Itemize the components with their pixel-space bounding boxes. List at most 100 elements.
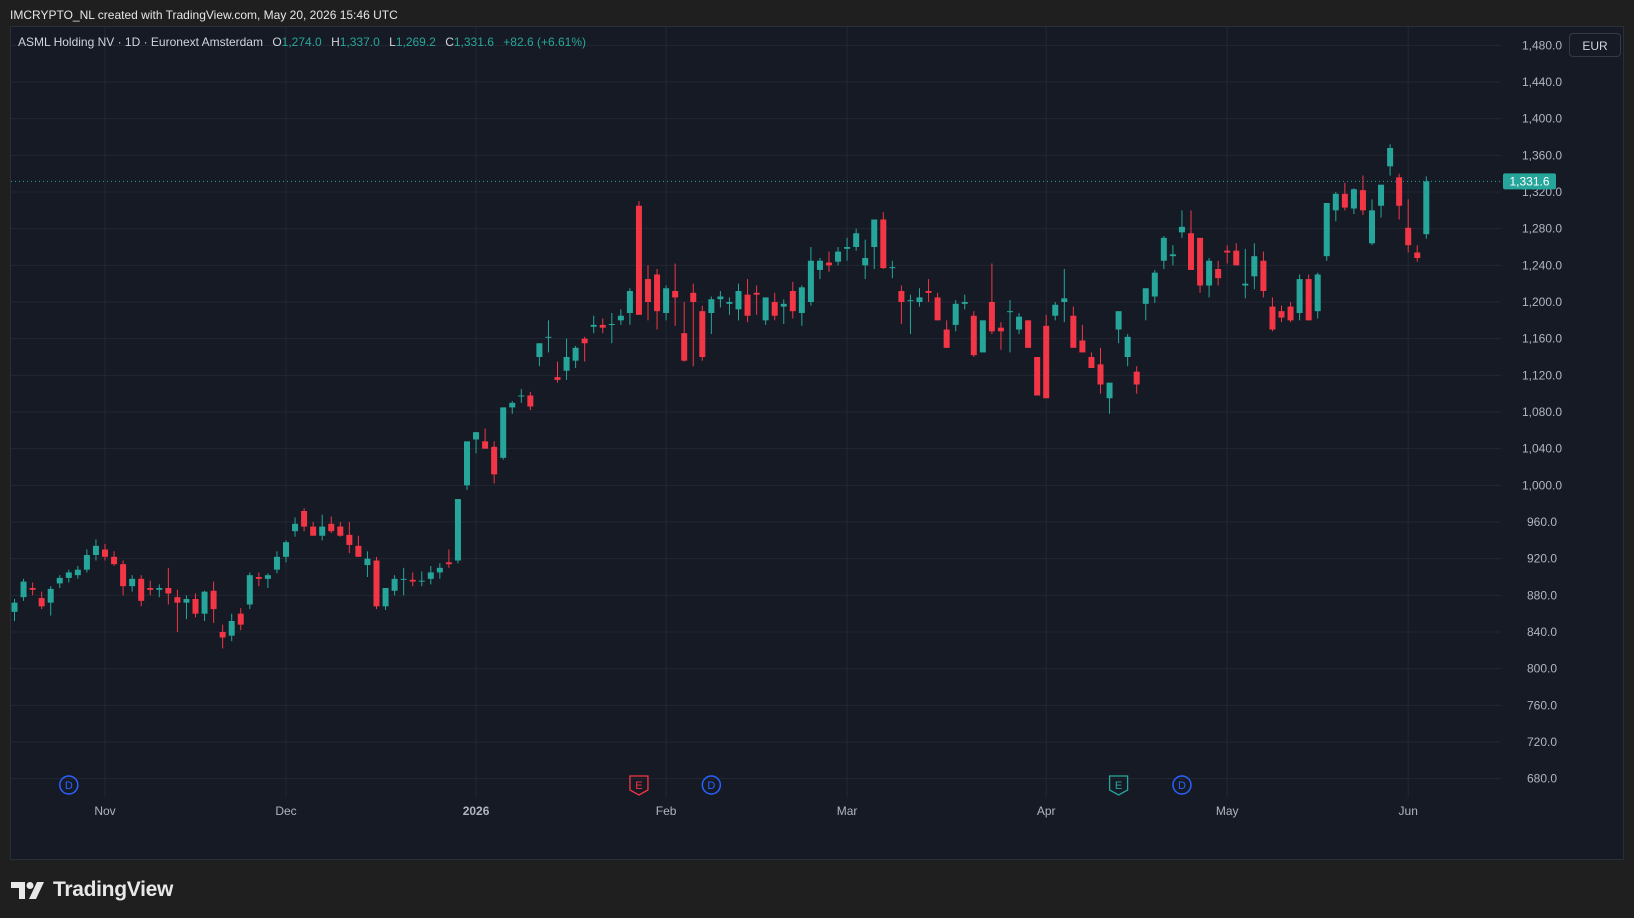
candle xyxy=(663,285,670,321)
candle-body xyxy=(1088,357,1095,368)
candle-body xyxy=(916,297,923,302)
candle-body xyxy=(690,292,697,302)
price-axis: 680.0 720.0 760.0 800.0 840.0 880.0 920.0 960.0… xyxy=(1503,38,1562,786)
candle-body xyxy=(219,632,226,638)
candle-body xyxy=(961,302,968,304)
candle-body xyxy=(898,291,905,302)
candle-body xyxy=(1097,364,1104,385)
candle xyxy=(554,361,561,383)
candle-body xyxy=(418,580,425,582)
candle xyxy=(690,283,697,367)
candle-body xyxy=(880,219,887,269)
candle-body xyxy=(934,297,941,321)
candle-body xyxy=(92,545,99,555)
chart-panel[interactable]: D E D E D 680.0 720.0 760.0 800.0 840.0 880.0 920.… xyxy=(10,26,1624,860)
price-tick-label: 680.0 xyxy=(1527,772,1557,786)
candle xyxy=(147,580,154,596)
candle-body xyxy=(1414,252,1421,258)
tradingview-brand-text: TradingView xyxy=(53,878,174,901)
candle-body xyxy=(1387,148,1394,167)
candle xyxy=(1016,313,1023,335)
candle-body xyxy=(1405,227,1412,246)
candle xyxy=(20,578,27,601)
candle xyxy=(1097,347,1104,394)
candle-body xyxy=(292,523,299,532)
candle xyxy=(988,263,995,335)
candle xyxy=(1350,188,1357,214)
candle xyxy=(165,567,172,605)
time-tick-label: Nov xyxy=(94,804,115,818)
candle xyxy=(862,239,869,280)
candle-body xyxy=(454,499,461,561)
candle-body xyxy=(1115,311,1122,330)
time-tick-label: Jun xyxy=(1399,804,1418,818)
candle xyxy=(617,309,624,325)
candle-body xyxy=(400,578,407,580)
candle xyxy=(672,263,679,326)
candle xyxy=(1369,199,1375,246)
candle-body xyxy=(699,311,706,357)
candle xyxy=(219,624,226,649)
candle-body xyxy=(445,562,452,565)
time-tick-label: Dec xyxy=(275,804,296,818)
candle-body xyxy=(807,260,814,302)
candle xyxy=(681,302,688,362)
candle xyxy=(762,297,769,325)
candle xyxy=(898,285,905,324)
candle xyxy=(635,201,642,315)
candle-body xyxy=(210,590,217,610)
candle-body xyxy=(889,267,896,269)
candle xyxy=(292,517,299,537)
candle xyxy=(65,569,72,583)
candle-body xyxy=(988,302,995,332)
price-tick-label: 1,240.0 xyxy=(1522,258,1562,272)
candle-body xyxy=(1160,237,1167,261)
candle-body xyxy=(246,575,253,605)
candle xyxy=(192,593,199,618)
candle xyxy=(744,279,751,323)
candle xyxy=(708,296,715,335)
candle-body xyxy=(816,260,823,270)
candle-body xyxy=(1206,260,1213,286)
candle-body xyxy=(283,542,289,557)
candle-body xyxy=(925,291,932,293)
symbol-legend: ASML Holding NV · 1D · Euronext Amsterda… xyxy=(18,34,592,50)
candle-body xyxy=(1269,306,1276,330)
candle-body xyxy=(11,602,18,612)
candle-body xyxy=(1007,311,1013,313)
price-tick-label: 760.0 xyxy=(1527,698,1557,712)
candle-body xyxy=(165,588,172,594)
grid-lines xyxy=(11,27,1501,797)
candle xyxy=(1061,269,1068,323)
tradingview-logo-icon xyxy=(11,882,44,899)
candle-body xyxy=(527,395,534,407)
price-tick-label: 880.0 xyxy=(1527,588,1557,602)
candle xyxy=(418,571,425,587)
close-value: 1,331.6 xyxy=(453,35,494,49)
candle-body xyxy=(473,432,480,440)
candle xyxy=(943,320,950,348)
candle-body xyxy=(871,219,878,247)
candle xyxy=(798,285,805,326)
price-tick-label: 1,280.0 xyxy=(1522,222,1562,236)
currency-button[interactable]: EUR xyxy=(1569,33,1621,57)
candle-body xyxy=(1025,320,1032,348)
candle xyxy=(273,551,280,574)
candle xyxy=(473,432,480,454)
candle xyxy=(1034,357,1041,396)
candle-body xyxy=(1178,226,1185,233)
candle-body xyxy=(382,588,389,607)
candle xyxy=(337,522,344,537)
candle xyxy=(925,279,932,302)
candle-body xyxy=(1224,250,1231,253)
candle xyxy=(735,283,742,321)
candle xyxy=(328,516,335,533)
candle-body xyxy=(563,357,570,371)
candle-body xyxy=(1169,254,1176,257)
tradingview-logo[interactable]: TradingView xyxy=(11,876,173,904)
price-tick-label: 1,160.0 xyxy=(1522,332,1562,346)
candle-body xyxy=(427,572,434,579)
candlestick-chart[interactable]: D E D E D 680.0 720.0 760.0 800.0 840.0 880.0 920.… xyxy=(11,27,1625,861)
candle xyxy=(1405,199,1412,253)
candle xyxy=(1124,334,1131,367)
